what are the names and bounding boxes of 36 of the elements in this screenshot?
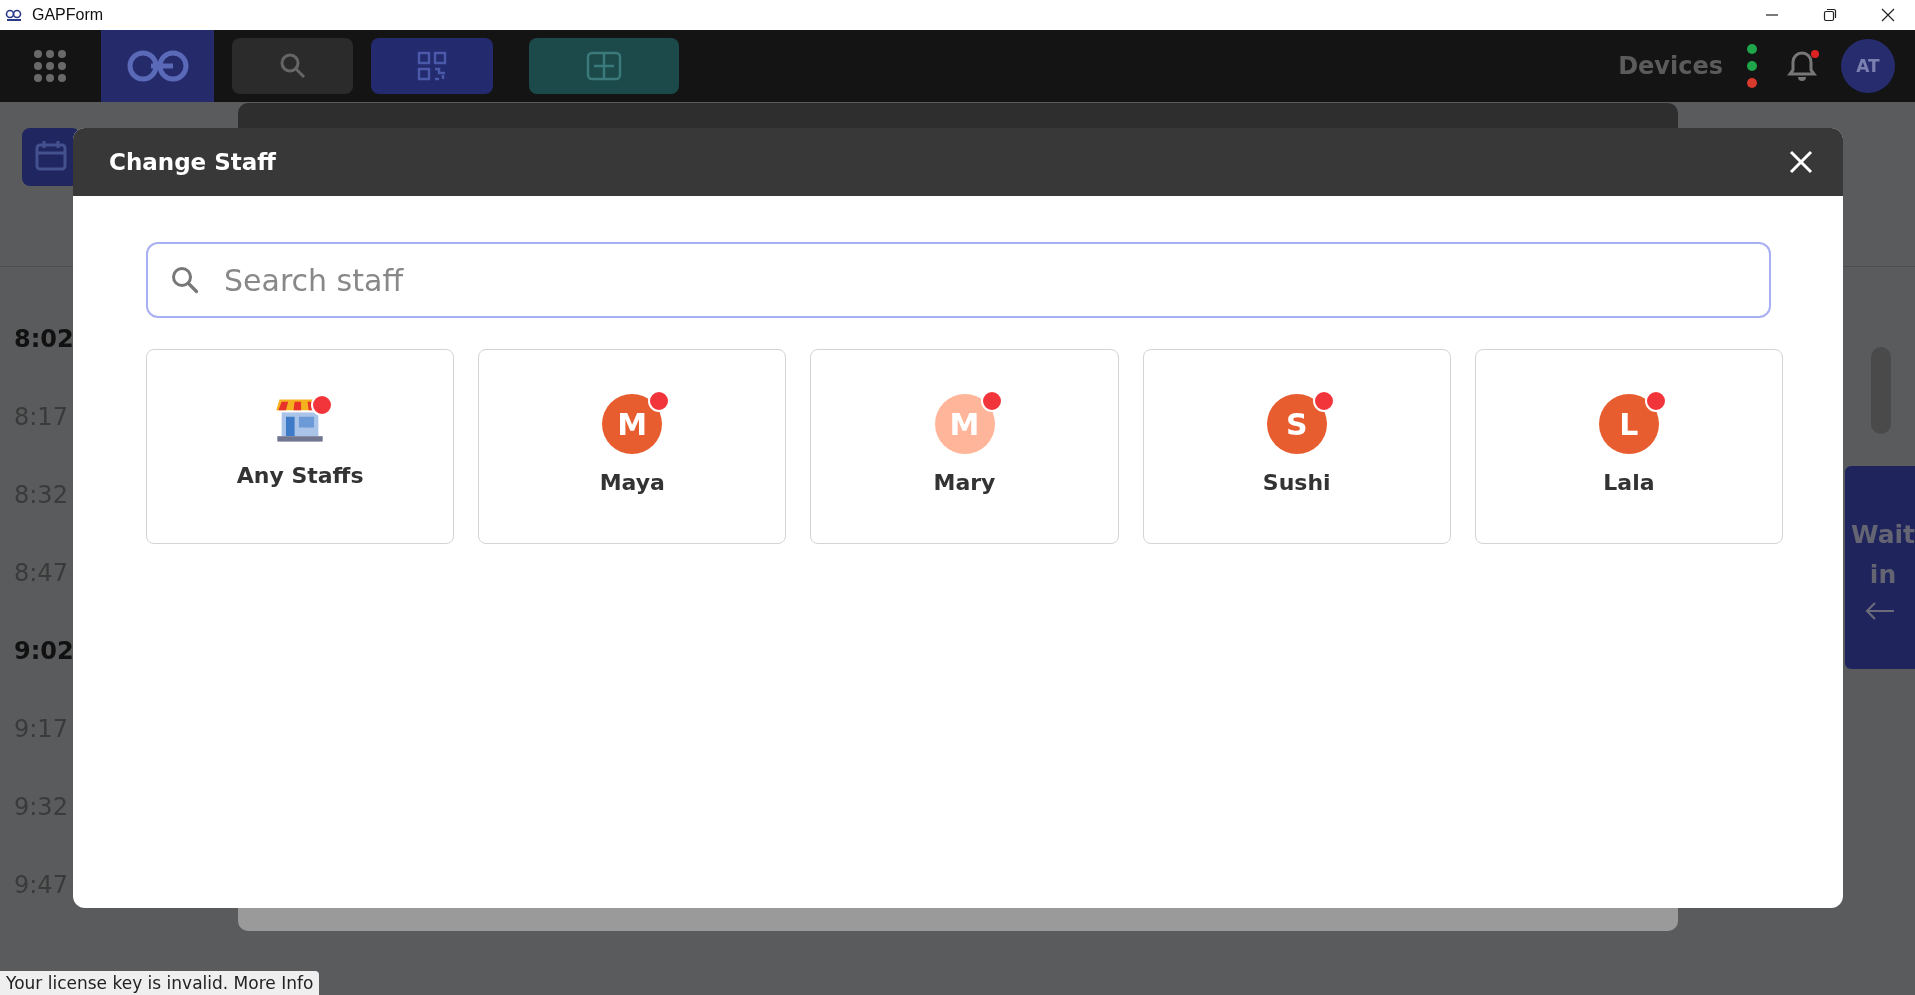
search-icon bbox=[170, 265, 200, 295]
qr-code-button[interactable] bbox=[371, 38, 493, 94]
more-info-link[interactable]: More Info bbox=[233, 973, 314, 993]
home-button[interactable] bbox=[101, 30, 214, 102]
time-label: 8:02 bbox=[14, 327, 74, 351]
search-field[interactable]: Search staff bbox=[146, 242, 1771, 318]
restore-icon[interactable] bbox=[1823, 8, 1837, 22]
app-grid-icon[interactable] bbox=[33, 49, 67, 83]
staff-name: Mary bbox=[932, 469, 997, 497]
waitlist-label: Wait in bbox=[1850, 518, 1915, 591]
staff-name: Maya bbox=[598, 469, 666, 497]
app-logo-icon bbox=[4, 8, 24, 22]
staff-avatar: M bbox=[602, 394, 663, 454]
staff-card[interactable]: M Mary bbox=[810, 349, 1119, 544]
staff-name: Sushi bbox=[1261, 469, 1332, 497]
staff-card[interactable]: L Lala bbox=[1474, 349, 1783, 544]
staff-card[interactable]: M Maya bbox=[478, 349, 787, 544]
search-button[interactable] bbox=[232, 38, 353, 94]
staff-card[interactable]: Any Staffs bbox=[146, 349, 455, 544]
calendar-icon[interactable] bbox=[22, 128, 80, 186]
staff-name: Lala bbox=[1602, 469, 1656, 497]
staff-name: Any Staffs bbox=[235, 462, 365, 490]
left-arrow-icon bbox=[1864, 600, 1896, 621]
dialog-title: Change Staff bbox=[109, 149, 276, 175]
staff-avatar: L bbox=[1598, 394, 1659, 454]
panel-icon bbox=[586, 51, 622, 81]
bell-icon[interactable] bbox=[1787, 50, 1817, 82]
panel-button[interactable] bbox=[529, 38, 679, 94]
time-label: 9:02 bbox=[14, 639, 74, 663]
window-title: GAPForm bbox=[32, 6, 104, 24]
staff-avatar: M bbox=[934, 394, 995, 454]
staff-avatar: S bbox=[1266, 394, 1327, 454]
license-notice: Your license key is invalid. More Info bbox=[0, 971, 320, 995]
close-icon[interactable] bbox=[1881, 8, 1895, 22]
staff-card[interactable]: S Sushi bbox=[1142, 349, 1451, 544]
qr-code-icon bbox=[417, 51, 447, 81]
